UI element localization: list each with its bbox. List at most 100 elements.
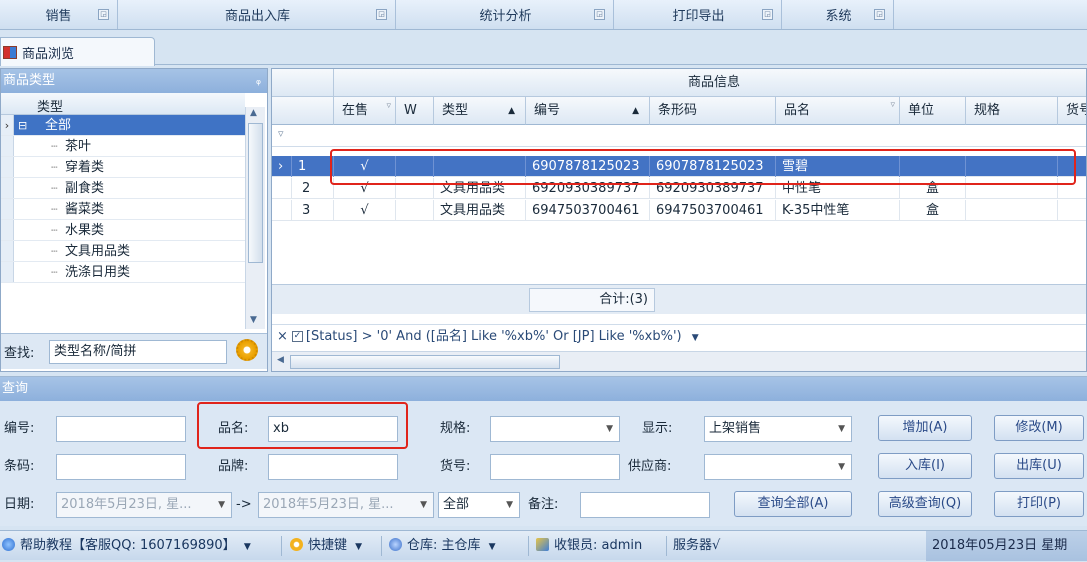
spec-dropdown[interactable]: ▼ — [490, 416, 620, 442]
band-title: 商品信息 — [687, 75, 740, 90]
dialog-launcher-icon[interactable]: ◲ — [98, 9, 109, 20]
row-number: 1 — [292, 156, 334, 177]
ribbon-group-system[interactable]: 系统 ◲ — [784, 0, 894, 29]
range-dropdown[interactable]: 全部 ▼ — [438, 492, 520, 518]
gear-icon[interactable] — [236, 339, 258, 361]
scroll-thumb[interactable] — [290, 355, 560, 369]
cell-type[interactable]: 文具用品类 — [434, 200, 526, 221]
date-label: 日期: — [4, 497, 35, 512]
row-header-column — [272, 97, 334, 125]
display-label: 显示: — [642, 421, 673, 436]
date-to-picker[interactable]: 2018年5月23日, 星... ▼ — [258, 492, 434, 518]
chevron-down-icon: ▼ — [606, 424, 613, 434]
barcode-input[interactable] — [56, 454, 186, 480]
barcode-label: 条码: — [4, 459, 35, 474]
cell-unit[interactable]: 盒 — [900, 200, 966, 221]
column-header-article[interactable]: 货号 — [1058, 97, 1086, 125]
column-header-spec[interactable]: 规格 — [966, 97, 1058, 125]
dialog-launcher-icon[interactable]: ◲ — [594, 9, 605, 20]
shortcut-text: 快捷键 — [308, 538, 348, 553]
stock-out-button[interactable]: 出库(U) — [994, 453, 1084, 479]
row-indicator — [1, 136, 14, 156]
display-dropdown[interactable]: 上架销售 ▼ — [704, 416, 852, 442]
column-header-type[interactable]: 类型 ▲ — [434, 97, 526, 125]
row-indicator-icon: › — [1, 115, 14, 135]
tree-item[interactable]: ┄ 穿着类 — [1, 157, 245, 178]
auto-filter-row[interactable]: ▿ — [272, 125, 1086, 147]
scroll-thumb[interactable] — [248, 123, 263, 263]
filter-enabled-checkbox[interactable]: ✓ — [291, 331, 303, 342]
ribbon-group-stats[interactable]: 统计分析 ◲ — [398, 0, 614, 29]
supplier-dropdown[interactable]: ▼ — [704, 454, 852, 480]
edit-button[interactable]: 修改(M) — [994, 415, 1084, 441]
cell-spec[interactable] — [966, 200, 1058, 221]
scroll-left-icon[interactable]: ◀ — [277, 355, 284, 365]
server-status: 服务器√ — [673, 538, 721, 553]
column-header-name[interactable]: 品名 ▿ — [776, 97, 900, 125]
cell-on-sale[interactable]: √ — [334, 200, 396, 221]
stock-in-button[interactable]: 入库(I) — [878, 453, 972, 479]
code-input[interactable] — [56, 416, 186, 442]
tree-column-header[interactable]: 类型 — [1, 93, 245, 115]
pin-icon[interactable]: ᵩ — [256, 73, 261, 87]
tree-item[interactable]: ┄ 副食类 — [1, 178, 245, 199]
cell-w[interactable] — [396, 200, 434, 221]
shortcut-icon — [290, 538, 303, 551]
query-all-button[interactable]: 查询全部(A) — [734, 491, 852, 517]
filter-dropdown-icon[interactable]: ▼ — [692, 333, 699, 343]
scroll-up-icon[interactable]: ▲ — [250, 108, 257, 118]
sort-asc-icon: ▲ — [508, 106, 515, 116]
tree-item[interactable]: ┄ 文具用品类 — [1, 241, 245, 262]
collapse-icon[interactable]: ⊟ — [18, 115, 27, 136]
shortcut-item[interactable]: 快捷键 ▼ — [290, 531, 362, 561]
chevron-down-icon: ▼ — [488, 542, 496, 552]
note-input[interactable] — [580, 492, 710, 518]
panel-title-text: 商品类型 — [3, 73, 56, 88]
advanced-query-button[interactable]: 高级查询(Q) — [878, 491, 972, 517]
ribbon-group-stock[interactable]: 商品出入库 ◲ — [120, 0, 396, 29]
tree-item[interactable]: ┄ 水果类 — [1, 220, 245, 241]
cell-code[interactable]: 6947503700461 — [526, 200, 650, 221]
column-header-on-sale[interactable]: 在售 ▿ — [334, 97, 396, 125]
dialog-launcher-icon[interactable]: ◲ — [874, 9, 885, 20]
chevron-down-icon: ▼ — [838, 462, 845, 472]
clear-filter-icon[interactable]: × — [277, 329, 288, 344]
table-row[interactable]: 3 √ 文具用品类 6947503700461 6947503700461 K-… — [272, 200, 1086, 221]
help-tutorial-item[interactable]: 帮助教程【客服QQ: 1607169890】 ▼ — [2, 531, 251, 561]
scroll-down-icon[interactable]: ▼ — [250, 315, 257, 325]
add-button[interactable]: 增加(A) — [878, 415, 972, 441]
filter-funnel-icon[interactable]: ▿ — [890, 91, 895, 119]
grid-footer: 合计:(3) — [272, 284, 1086, 314]
chevron-down-icon: ▼ — [243, 542, 251, 552]
ribbon-group-label: 统计分析 — [479, 9, 532, 24]
cell-barcode[interactable]: 6947503700461 — [650, 200, 776, 221]
tree-item[interactable]: ┄ 洗涤日用类 — [1, 262, 245, 283]
tree-item[interactable]: ┄ 茶叶 — [1, 136, 245, 157]
separator — [666, 536, 667, 556]
brand-input[interactable] — [268, 454, 398, 480]
column-header-code[interactable]: 编号 ▲ — [526, 97, 650, 125]
cell-name[interactable]: K-35中性笔 — [776, 200, 900, 221]
column-header-unit[interactable]: 单位 — [900, 97, 966, 125]
column-header-barcode[interactable]: 条形码 — [650, 97, 776, 125]
tree-item-all[interactable]: › ⊟ 全部 — [1, 115, 245, 136]
tab-product-browse[interactable]: 商品浏览 — [0, 37, 155, 66]
tree-header-label: 类型 — [37, 100, 64, 115]
column-header-label: 类型 — [442, 103, 469, 118]
article-input[interactable] — [490, 454, 620, 480]
column-header-w[interactable]: W — [396, 97, 434, 125]
print-button[interactable]: 打印(P) — [994, 491, 1084, 517]
grid-horizontal-scrollbar[interactable]: ◀ — [272, 351, 1086, 371]
ribbon-group-print[interactable]: 打印导出 ◲ — [616, 0, 782, 29]
tree-item[interactable]: ┄ 酱菜类 — [1, 199, 245, 220]
tree-scrollbar[interactable]: ▲ ▼ — [245, 107, 265, 329]
find-label: 查找: — [4, 346, 35, 361]
warehouse-item[interactable]: 仓库: 主仓库 ▼ — [389, 531, 496, 561]
filter-funnel-icon[interactable]: ▿ — [386, 92, 391, 120]
ribbon-group-sales[interactable]: 销售 ◲ — [0, 0, 118, 29]
dialog-launcher-icon[interactable]: ◲ — [762, 9, 773, 20]
filter-expression[interactable]: [Status] > '0' And ([品名] Like '%xb%' Or … — [306, 329, 682, 344]
dialog-launcher-icon[interactable]: ◲ — [376, 9, 387, 20]
category-search-input[interactable]: 类型名称/简拼 — [49, 340, 227, 364]
date-from-picker[interactable]: 2018年5月23日, 星... ▼ — [56, 492, 232, 518]
